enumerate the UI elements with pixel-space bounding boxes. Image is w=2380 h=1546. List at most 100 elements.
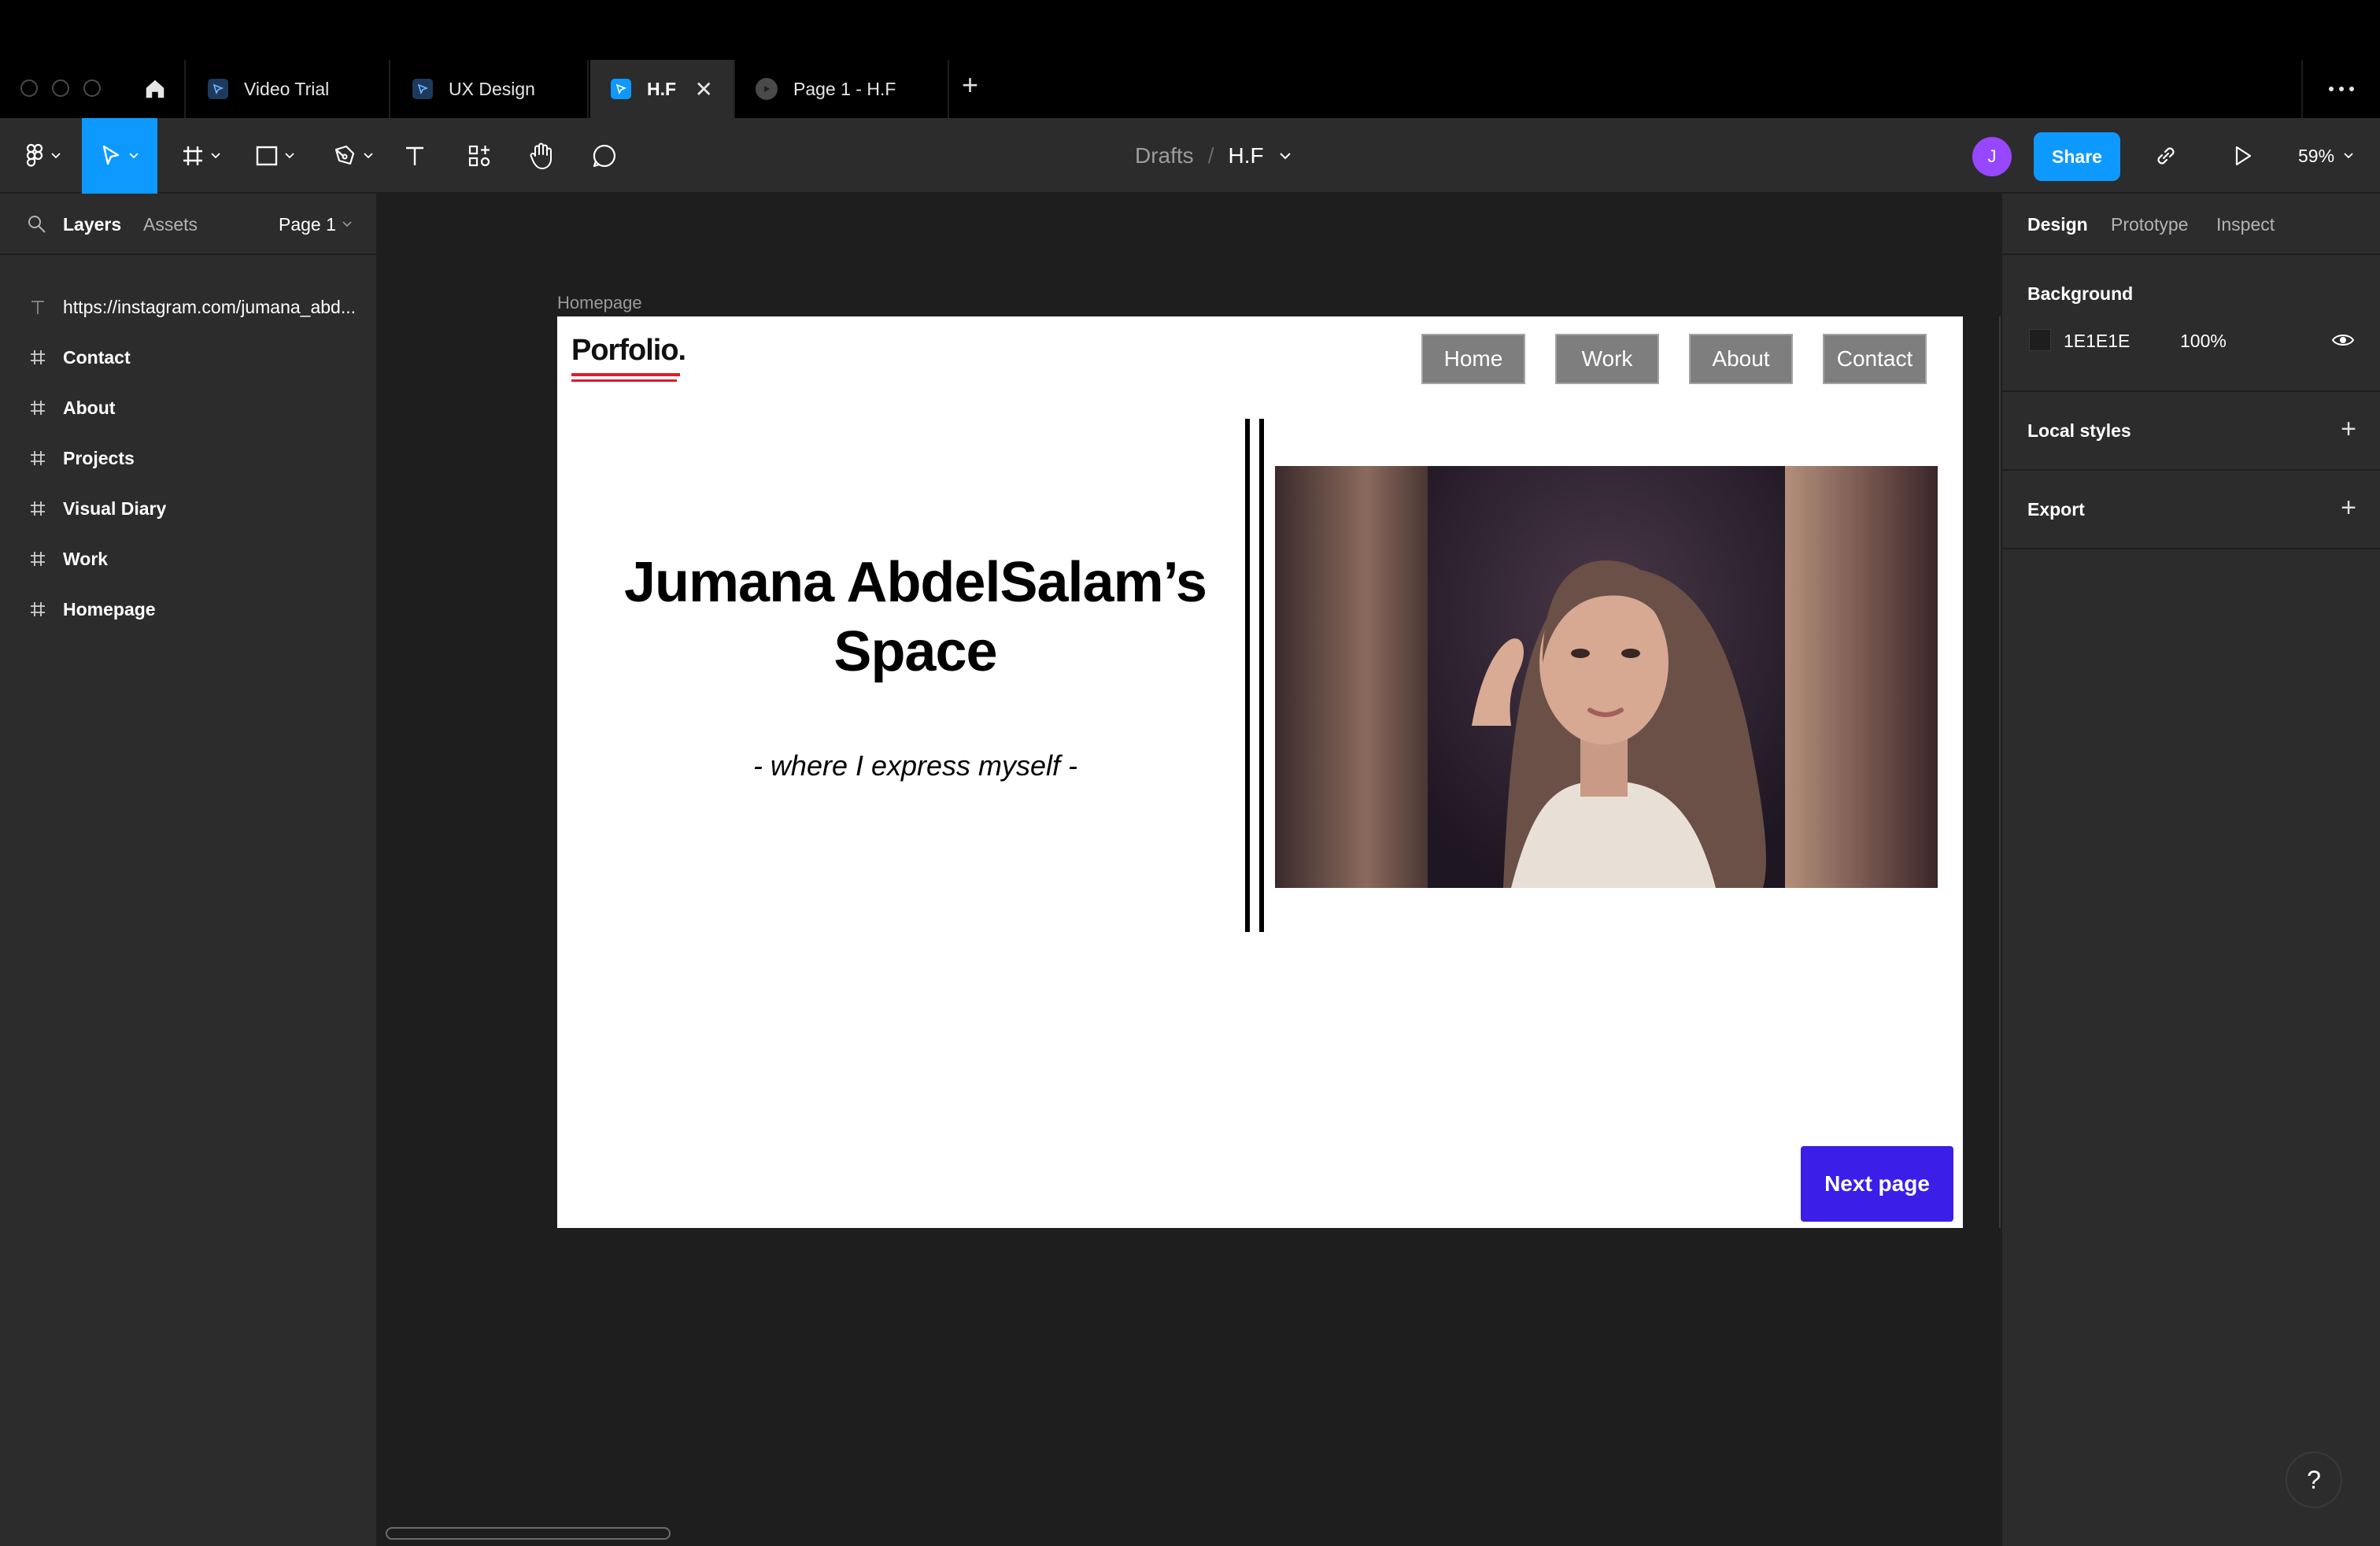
- chevron-down-icon: [129, 153, 139, 159]
- title-bar: Video Trial UX Design H.F ✕ Page 1 - H.F…: [0, 0, 2380, 118]
- add-export-button[interactable]: +: [2341, 494, 2356, 521]
- layer-name: Homepage: [63, 598, 156, 620]
- divider-line[interactable]: [1259, 419, 1264, 932]
- hero-title-line: Space: [833, 620, 997, 683]
- tab-prototype[interactable]: Prototype: [2111, 194, 2188, 255]
- eye-icon[interactable]: [2331, 331, 2355, 350]
- nav-work-button[interactable]: Work: [1555, 334, 1659, 384]
- background-opacity-value[interactable]: 100%: [2180, 331, 2227, 352]
- layer-name: Contact: [63, 346, 131, 368]
- frame-icon: [27, 397, 49, 419]
- layer-item-homepage[interactable]: Homepage: [0, 584, 378, 634]
- chevron-down-icon[interactable]: [1279, 152, 1291, 160]
- search-icon[interactable]: [27, 214, 47, 235]
- next-page-button[interactable]: Next page: [1801, 1146, 1953, 1222]
- nav-home-button[interactable]: Home: [1421, 334, 1525, 384]
- tab-ux-design[interactable]: UX Design: [392, 60, 589, 118]
- breadcrumb: Drafts / H.F: [1135, 118, 1291, 194]
- play-icon: [2235, 146, 2252, 166]
- pen-tool[interactable]: [323, 118, 382, 194]
- shape-tool[interactable]: [247, 118, 302, 194]
- window-zoom-button[interactable]: [83, 80, 101, 97]
- background-color-swatch[interactable]: [2029, 329, 2051, 351]
- present-button[interactable]: [2218, 118, 2268, 194]
- breadcrumb-drafts[interactable]: Drafts: [1135, 143, 1194, 168]
- divider-line[interactable]: [1245, 419, 1250, 932]
- layer-name: Visual Diary: [63, 497, 167, 519]
- hand-icon: [530, 142, 552, 169]
- portfolio-logo[interactable]: Porfolio.: [571, 334, 686, 368]
- tab-video-trial[interactable]: Video Trial: [187, 60, 390, 118]
- close-tab-icon[interactable]: ✕: [695, 76, 713, 102]
- hand-tool[interactable]: [519, 118, 564, 194]
- comment-bubble-icon: [593, 144, 616, 168]
- layer-item-about[interactable]: About: [0, 383, 378, 433]
- resources-tool[interactable]: [456, 118, 502, 194]
- text-tool[interactable]: [394, 118, 436, 194]
- right-panel-tabs: Design Prototype Inspect: [2002, 194, 2380, 255]
- frame-label[interactable]: Homepage: [557, 293, 642, 313]
- tab-label: H.F: [647, 78, 677, 99]
- window-close-button[interactable]: [20, 80, 38, 97]
- tab-hf[interactable]: H.F ✕: [590, 60, 735, 118]
- profile-photo-image: [1275, 466, 1938, 888]
- properties-panel: Design Prototype Inspect Background 1E1E…: [2001, 194, 2380, 1546]
- frame-icon: [27, 548, 49, 570]
- chevron-down-icon: [285, 153, 294, 159]
- comment-tool[interactable]: [582, 118, 626, 194]
- window-minimize-button[interactable]: [52, 80, 69, 97]
- layer-item-work[interactable]: Work: [0, 534, 378, 584]
- layer-item-projects[interactable]: Projects: [0, 433, 378, 483]
- nav-about-button[interactable]: About: [1689, 334, 1793, 384]
- components-icon: [468, 145, 490, 167]
- figma-logo-icon: [26, 143, 43, 167]
- design-file-icon: [412, 79, 433, 99]
- layer-item-visual-diary[interactable]: Visual Diary: [0, 483, 378, 534]
- background-hex-value[interactable]: 1E1E1E: [2064, 331, 2130, 352]
- user-avatar[interactable]: J: [1972, 137, 2012, 176]
- export-section: Export +: [2002, 472, 2380, 549]
- add-local-style-button[interactable]: +: [2341, 416, 2356, 442]
- page-selector-label: Page 1: [279, 213, 336, 235]
- move-tool[interactable]: [82, 118, 157, 194]
- horizontal-scrollbar[interactable]: [386, 1527, 671, 1540]
- export-heading: Export: [2027, 499, 2085, 520]
- page-selector[interactable]: Page 1: [279, 194, 352, 255]
- frame-tool[interactable]: [173, 118, 228, 194]
- frame-hash-icon: [183, 146, 202, 165]
- share-button[interactable]: Share: [2034, 132, 2120, 181]
- text-layer-icon: [27, 296, 49, 318]
- local-styles-section: Local styles +: [2002, 394, 2380, 471]
- hero-title[interactable]: Jumana AbdelSalam’s Space: [589, 548, 1242, 686]
- logo-underline: [571, 379, 677, 382]
- tab-design[interactable]: Design: [2027, 194, 2088, 255]
- main-menu-button[interactable]: [16, 118, 71, 194]
- tab-assets[interactable]: Assets: [143, 194, 198, 255]
- zoom-dropdown[interactable]: 59%: [2298, 118, 2353, 194]
- layer-item-instagram-link[interactable]: https://instagram.com/jumana_abd...: [0, 282, 378, 332]
- hero-subtitle[interactable]: - where I express myself -: [589, 749, 1242, 782]
- more-options-button[interactable]: [2301, 60, 2380, 118]
- tab-page-1-hf[interactable]: Page 1 - H.F: [737, 60, 949, 118]
- homepage-frame[interactable]: Porfolio. Home Work About Contact Jumana…: [557, 316, 1963, 1228]
- toolbar: Drafts / H.F: [0, 118, 2380, 194]
- home-button[interactable]: [126, 60, 186, 118]
- background-heading: Background: [2027, 283, 2134, 304]
- layer-name: About: [63, 397, 116, 418]
- rectangle-icon: [256, 146, 278, 166]
- layer-item-contact[interactable]: Contact: [0, 332, 378, 383]
- tab-inspect[interactable]: Inspect: [2216, 194, 2275, 255]
- tab-layers[interactable]: Layers: [63, 194, 121, 255]
- breadcrumb-file-name[interactable]: H.F: [1228, 143, 1263, 168]
- prototype-play-icon: [756, 78, 778, 100]
- nav-contact-button[interactable]: Contact: [1823, 334, 1927, 384]
- new-tab-button[interactable]: +: [962, 71, 978, 99]
- help-button[interactable]: ?: [2286, 1452, 2342, 1508]
- frame-icon: [27, 497, 49, 520]
- text-t-icon: [406, 146, 423, 165]
- layer-name: Projects: [63, 447, 135, 468]
- copy-link-button[interactable]: [2141, 118, 2191, 194]
- zoom-level: 59%: [2298, 145, 2335, 166]
- chevron-down-icon: [342, 221, 352, 227]
- profile-photo[interactable]: [1275, 466, 1938, 888]
